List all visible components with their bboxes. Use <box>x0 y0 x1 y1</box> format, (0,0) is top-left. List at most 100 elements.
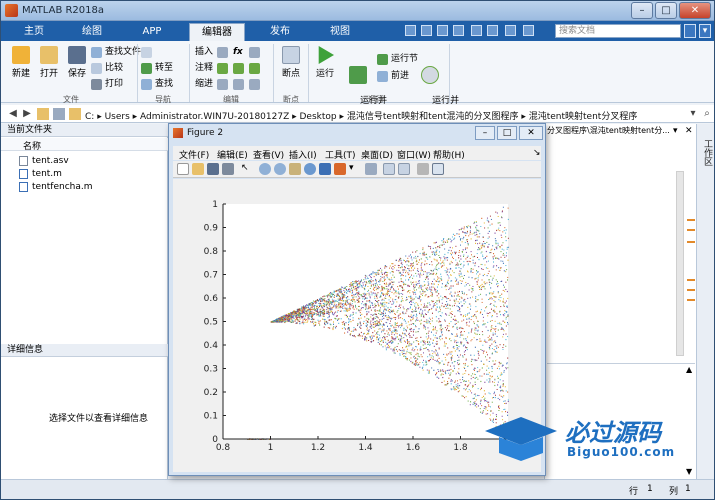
comment-button[interactable]: 注释 <box>195 62 213 75</box>
address-dropdown-icon[interactable]: ▾ <box>687 108 699 120</box>
code-analyzer-marker[interactable] <box>687 299 695 301</box>
help-icon[interactable] <box>523 25 534 36</box>
show-plot-tools-icon[interactable] <box>432 163 444 175</box>
code-analyzer-marker[interactable] <box>687 289 695 291</box>
new-button[interactable]: 新建 <box>7 46 35 79</box>
wrap-comments-button[interactable] <box>249 62 263 75</box>
file-item[interactable]: tent.asv <box>19 155 69 167</box>
up-folder-icon[interactable] <box>37 108 49 120</box>
run-section-button[interactable]: 运行节 <box>377 53 418 66</box>
menu-tools[interactable]: 工具(T) <box>325 148 356 161</box>
quick-cut-icon[interactable] <box>421 25 432 36</box>
code-analyzer-marker[interactable] <box>687 219 695 221</box>
code-analyzer-marker[interactable] <box>687 279 695 281</box>
switch-windows-icon[interactable] <box>505 25 516 36</box>
menu-dock-icon[interactable]: ↘ <box>533 148 541 158</box>
file-item[interactable]: tent.m <box>19 168 62 180</box>
increase-indent-button[interactable] <box>233 78 247 91</box>
decrease-indent-button[interactable] <box>249 78 263 91</box>
insert-symbol-button[interactable] <box>249 46 263 59</box>
find-button[interactable]: 查找 <box>141 78 173 91</box>
menu-view[interactable]: 查看(V) <box>253 148 284 161</box>
maximize-button[interactable]: □ <box>655 2 677 19</box>
indent-button[interactable]: 缩进 <box>195 78 213 91</box>
insert-section-button[interactable] <box>217 46 231 59</box>
rotate-3d-icon[interactable] <box>304 163 316 175</box>
col-name[interactable]: 名称 <box>23 139 41 152</box>
insert-button[interactable]: 插入 <box>195 46 213 59</box>
scroll-up-icon[interactable]: ▲ <box>686 365 692 374</box>
zoom-in-icon[interactable] <box>259 163 271 175</box>
address-search-icon[interactable]: ⌕ <box>701 108 713 120</box>
smart-indent-button[interactable] <box>217 78 231 91</box>
breakpoints-button[interactable]: 断点 <box>277 46 305 79</box>
collapse-toolstrip-icon[interactable]: ▾ <box>699 24 711 38</box>
crumb-desktop[interactable]: Desktop <box>300 112 337 122</box>
tab-plots[interactable]: 绘图 <box>71 23 113 41</box>
new-figure-icon[interactable] <box>177 163 189 175</box>
menu-desktop[interactable]: 桌面(D) <box>361 148 393 161</box>
code-analyzer-marker[interactable] <box>687 229 695 231</box>
menu-edit[interactable]: 编辑(E) <box>217 148 248 161</box>
select-arrow-icon[interactable]: ↖ <box>241 163 253 175</box>
hide-plot-tools-icon[interactable] <box>417 163 429 175</box>
editor-close-icon[interactable]: ✕ <box>685 126 693 136</box>
crumb-users[interactable]: Users <box>105 112 130 122</box>
quick-save-icon[interactable] <box>405 25 416 36</box>
tab-editor[interactable]: 编辑器 <box>189 23 245 41</box>
file-item[interactable]: tentfencha.m <box>19 181 93 193</box>
quick-copy-icon[interactable] <box>437 25 448 36</box>
print-figure-icon[interactable] <box>222 163 234 175</box>
figure-maximize-button[interactable]: □ <box>497 126 517 140</box>
undo-icon[interactable] <box>471 25 482 36</box>
editor-options-icon[interactable]: ▾ <box>673 126 678 136</box>
close-button[interactable]: ✕ <box>679 2 711 19</box>
zoom-out-icon[interactable] <box>274 163 286 175</box>
forward-icon[interactable]: ▶ <box>21 108 33 120</box>
crumb-subfolder[interactable]: 混沌tent映射tent分叉程序 <box>529 112 638 122</box>
editor-scrollbar[interactable] <box>676 171 684 356</box>
tab-publish[interactable]: 发布 <box>259 23 301 41</box>
save-figure-icon[interactable] <box>207 163 219 175</box>
menu-file[interactable]: 文件(F) <box>179 148 209 161</box>
redo-icon[interactable] <box>487 25 498 36</box>
go-to-button[interactable]: 转至 <box>141 62 173 75</box>
insert-function-button[interactable]: fx <box>233 46 247 59</box>
run-button[interactable]: 运行 <box>311 46 339 79</box>
comment-add-button[interactable] <box>217 62 231 75</box>
tab-view[interactable]: 视图 <box>319 23 361 41</box>
code-analyzer-marker[interactable] <box>687 241 695 243</box>
data-cursor-icon[interactable] <box>319 163 331 175</box>
browse-folder-icon[interactable] <box>53 108 65 120</box>
menu-help[interactable]: 帮助(H) <box>433 148 465 161</box>
crumb-drive[interactable]: C: <box>85 112 94 122</box>
figure-close-button[interactable]: ✕ <box>519 126 543 140</box>
menu-insert[interactable]: 插入(I) <box>289 148 317 161</box>
figure-minimize-button[interactable]: – <box>475 126 495 140</box>
crumb-folder[interactable]: 混沌信号tent映射和tent混沌的分叉图程序 <box>347 112 519 122</box>
back-icon[interactable]: ◀ <box>7 108 19 120</box>
brush-dropdown-icon[interactable]: ▾ <box>349 163 361 175</box>
find-files-button[interactable]: 查找文件 <box>91 46 141 59</box>
insert-legend-icon[interactable] <box>398 163 410 175</box>
tab-apps[interactable]: APP <box>131 23 173 41</box>
tab-home[interactable]: 主页 <box>13 23 55 41</box>
back-forward-buttons[interactable] <box>141 46 155 59</box>
link-plot-icon[interactable] <box>365 163 377 175</box>
quick-paste-icon[interactable] <box>453 25 464 36</box>
open-button[interactable]: 打开 <box>35 46 63 79</box>
brush-icon[interactable] <box>334 163 346 175</box>
insert-colorbar-icon[interactable] <box>383 163 395 175</box>
advance-button[interactable]: 前进 <box>377 70 409 83</box>
pan-hand-icon[interactable] <box>289 163 301 175</box>
open-file-icon[interactable] <box>192 163 204 175</box>
workspace-label[interactable]: 工作区 <box>700 139 712 166</box>
print-button[interactable]: 打印 <box>91 78 123 91</box>
save-button[interactable]: 保存 <box>63 46 91 79</box>
search-input[interactable]: 搜索文档 <box>555 24 681 38</box>
search-icon[interactable] <box>684 24 696 38</box>
minimize-button[interactable]: – <box>631 2 653 19</box>
compare-button[interactable]: 比较 <box>91 62 123 75</box>
crumb-user[interactable]: Administrator.WIN7U-20180127Z <box>140 112 289 122</box>
menu-window[interactable]: 窗口(W) <box>397 148 431 161</box>
